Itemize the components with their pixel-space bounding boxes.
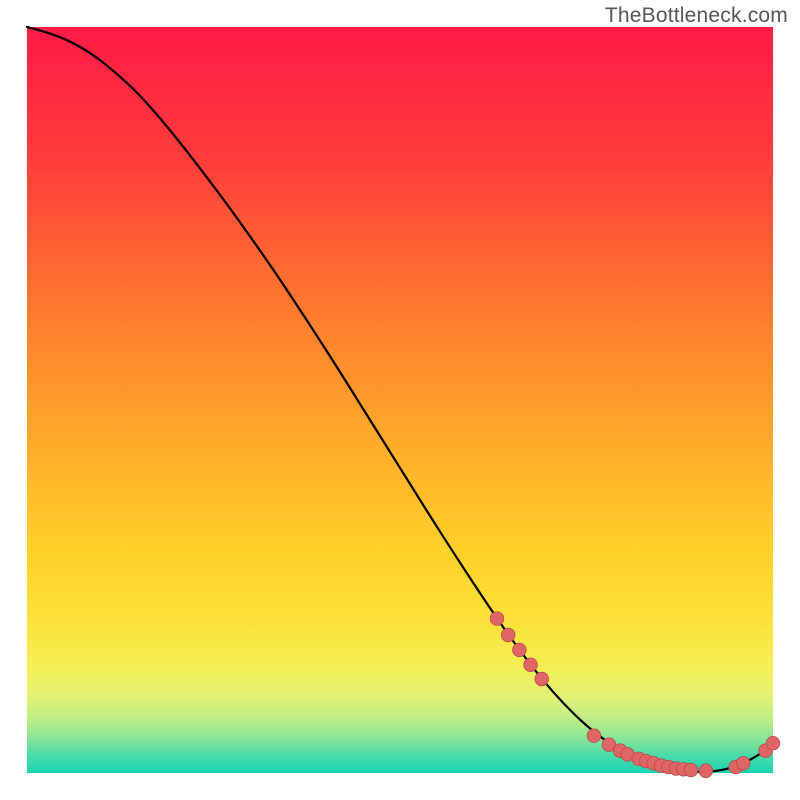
data-marker: [699, 764, 713, 778]
data-marker: [587, 729, 601, 743]
chart-container: TheBottleneck.com: [0, 0, 800, 800]
data-marker: [513, 643, 527, 657]
data-marker: [524, 658, 538, 672]
gradient-background: [27, 27, 773, 773]
data-marker: [501, 628, 515, 642]
chart-svg: [0, 0, 800, 800]
data-marker: [490, 612, 504, 626]
data-marker: [535, 672, 549, 686]
plot-area: [27, 27, 773, 773]
data-marker: [736, 757, 750, 771]
data-marker: [684, 763, 698, 777]
data-marker: [766, 736, 780, 750]
watermark-text: TheBottleneck.com: [605, 4, 788, 28]
